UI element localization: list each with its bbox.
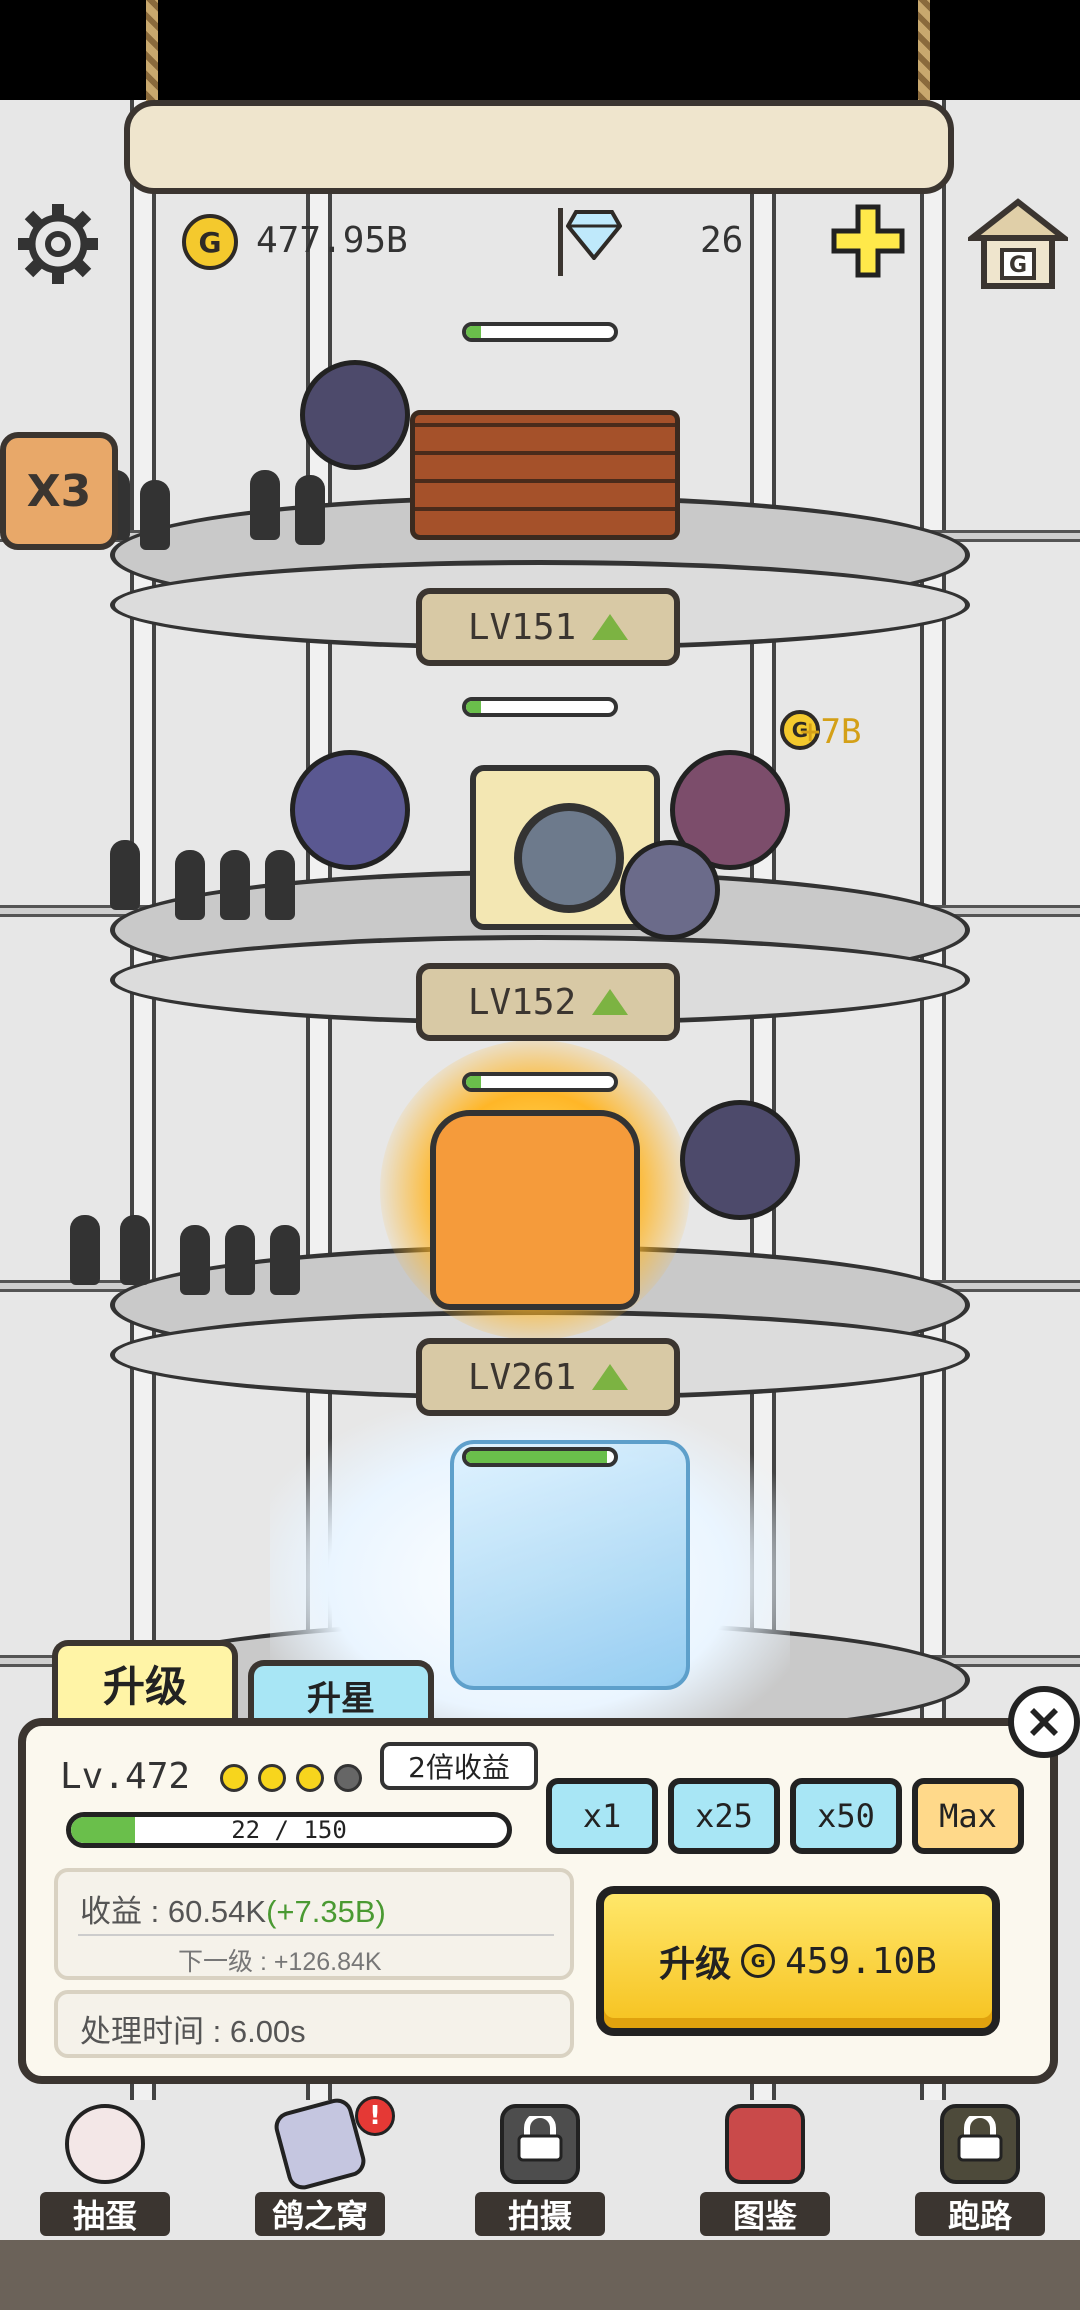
gold-coin-icon: G: [182, 214, 238, 270]
upgrade-button[interactable]: 升级 G 459.10B: [596, 1886, 1000, 2036]
worker-figure: [110, 840, 140, 910]
floor-progress-bar: [462, 1447, 618, 1467]
worker-figure: [180, 1225, 210, 1295]
divider: [78, 1934, 554, 1936]
floor-progress-bar: [462, 322, 618, 342]
floor-progress-fill: [466, 1451, 607, 1463]
level-up-arrow-icon: [592, 989, 629, 1015]
close-panel-button[interactable]: [1008, 1686, 1080, 1758]
nav-label: 图鉴: [700, 2192, 830, 2236]
multiplier-x50-button[interactable]: x50: [790, 1778, 902, 1854]
lock-icon: [517, 2116, 563, 2162]
star-dot-filled: [258, 1764, 286, 1792]
currency-bar: [124, 100, 954, 194]
oven-station[interactable]: [430, 1110, 640, 1310]
bottom-bar: [0, 2240, 1080, 2310]
floor-progress-fill: [466, 1076, 481, 1088]
process-time-text: 处理时间 : 6.00s: [80, 2014, 306, 2049]
gold-amount: 477.95B: [256, 220, 408, 261]
brick-pile-station[interactable]: [410, 410, 680, 540]
star-dot-empty: [334, 1764, 362, 1792]
floor-progress-fill: [466, 326, 481, 338]
upgrade-cost: 459.10B: [785, 1940, 937, 1982]
multiplier-x25-button[interactable]: x25: [668, 1778, 780, 1854]
worker-figure: [265, 850, 295, 920]
income-label: 收益 : 60.54K: [80, 1894, 267, 1929]
process-time-info: 处理时间 : 6.00s: [54, 1990, 574, 2058]
maid-pigeon: [290, 750, 410, 870]
tab-star-up[interactable]: 升星: [248, 1660, 434, 1724]
nav-label: 鸽之窝: [255, 2192, 385, 2236]
settings-gear-icon[interactable]: [14, 200, 102, 288]
nav-camera[interactable]: 拍摄: [465, 2096, 615, 2236]
station-level: Lv.472: [60, 1756, 191, 1797]
level-progress-text: 22 / 150: [231, 1816, 347, 1844]
gem-amount: 26: [700, 220, 744, 261]
floor-level-button[interactable]: LV261: [416, 1338, 680, 1416]
income-line: 收益 : 60.54K(+7.35B): [80, 1886, 386, 1931]
nav-label: 跑路: [915, 2192, 1045, 2236]
worker-figure: [220, 850, 250, 920]
worker-figure: [175, 850, 205, 920]
close-icon: [1030, 1708, 1058, 1736]
worker-figure: [140, 480, 170, 550]
next-level-income: 下一级 : +126.84K: [178, 1948, 382, 1976]
worker-figure: [250, 470, 280, 540]
book-icon: [725, 2104, 805, 2184]
multiplier-x1-button[interactable]: x1: [546, 1778, 658, 1854]
star-dot-filled: [296, 1764, 324, 1792]
income-bonus: (+7.35B): [266, 1894, 386, 1929]
floor-level-button[interactable]: LV151: [416, 588, 680, 666]
coin-icon: G: [741, 1944, 776, 1978]
maid-pigeon: [620, 840, 720, 940]
add-currency-button[interactable]: [830, 203, 906, 279]
floor-level-label: LV151: [467, 606, 577, 648]
level-up-arrow-icon: [592, 614, 629, 640]
tab-upgrade[interactable]: 升级: [52, 1640, 238, 1720]
nav-run[interactable]: 跑路: [905, 2096, 1055, 2236]
nest-icon: [271, 2095, 369, 2193]
hud-divider: [558, 208, 563, 276]
home-symbol: G: [1009, 253, 1027, 278]
double-income-bubble: 2倍收益: [380, 1742, 538, 1790]
worker-figure: [270, 1225, 300, 1295]
chef-pigeon: [680, 1100, 800, 1220]
nav-pigeon-nest[interactable]: ! 鸽之窝: [245, 2095, 395, 2236]
hud-rope: [146, 0, 158, 110]
nav-label: 抽蛋: [40, 2192, 170, 2236]
multiplier-max-button[interactable]: Max: [912, 1778, 1024, 1854]
upgrade-label: 升级: [659, 1944, 732, 1985]
worker-figure: [70, 1215, 100, 1285]
nav-collection[interactable]: 图鉴: [690, 2096, 840, 2236]
income-info: 收益 : 60.54K(+7.35B) 下一级 : +126.84K: [54, 1868, 574, 1980]
star-dot-filled: [220, 1764, 248, 1792]
washer-drum-icon: [514, 803, 624, 913]
level-up-arrow-icon: [592, 1364, 629, 1390]
gashapon-icon: [65, 2104, 145, 2184]
builder-pigeon: [300, 360, 410, 470]
notification-badge: !: [355, 2096, 395, 2136]
diamond-icon: [566, 210, 622, 260]
floating-income-text: +7B: [800, 712, 862, 752]
pigeon-house-icon[interactable]: G: [968, 198, 1068, 290]
freezer-station[interactable]: [450, 1440, 690, 1690]
floor-level-button[interactable]: LV152: [416, 963, 680, 1041]
floor-progress-fill: [466, 701, 481, 713]
level-progress-bar: 22 / 150: [66, 1812, 512, 1848]
lock-icon: [957, 2116, 1003, 2162]
nav-gashapon[interactable]: 抽蛋: [30, 2096, 180, 2236]
x3-boost-button[interactable]: X3: [0, 432, 118, 550]
worker-figure: [295, 475, 325, 545]
floor-progress-bar: [462, 1072, 618, 1092]
worker-figure: [120, 1215, 150, 1285]
hud-rope: [918, 0, 930, 110]
floor-level-label: LV261: [467, 1356, 577, 1398]
worker-figure: [225, 1225, 255, 1295]
nav-label: 拍摄: [475, 2192, 605, 2236]
floor-progress-bar: [462, 697, 618, 717]
floor-level-label: LV152: [467, 981, 577, 1023]
